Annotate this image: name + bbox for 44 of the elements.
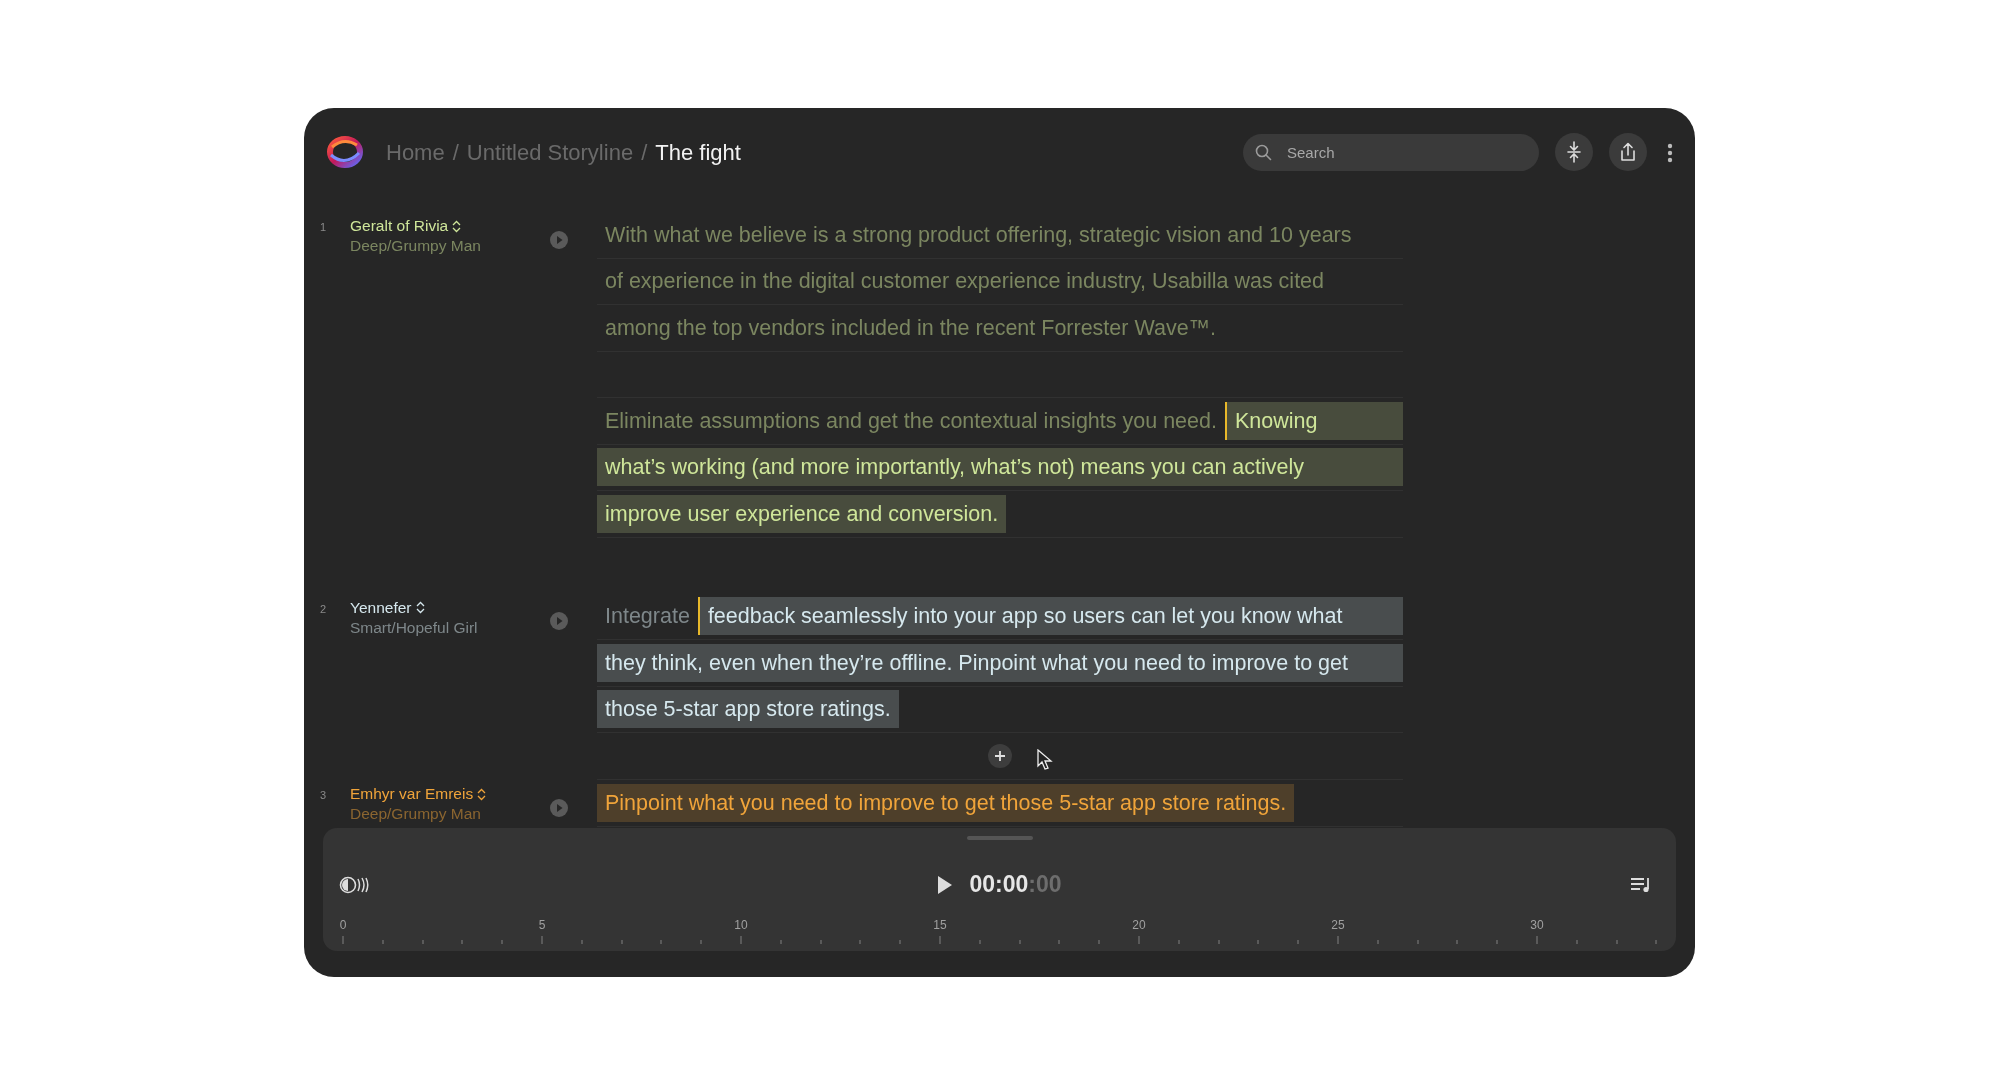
line-number: 3 <box>320 788 328 803</box>
script-text[interactable]: of experience in the digital customer experience industry, Usabilla was cited <box>597 262 1333 301</box>
timecode: 00:00:00 <box>969 869 1062 899</box>
script-text[interactable]: they think, even when they’re offline. Pinpoint what you need to improve to get <box>597 643 1403 682</box>
speaker-name[interactable]: Yennefer <box>350 598 412 617</box>
voice-label: Deep/Grumpy Man <box>350 236 481 256</box>
speaker-name[interactable]: Emhyr var Emreis <box>350 785 474 803</box>
ruler-label: 15 <box>933 917 947 934</box>
share-icon <box>1619 142 1637 162</box>
script-text[interactable]: what’s working (and more importantly, what’s not) means you can actively <box>597 448 1403 487</box>
script-text[interactable]: Integrate <box>597 597 698 636</box>
logo-icon <box>326 133 364 171</box>
sort-icon[interactable] <box>452 219 462 233</box>
ruler-label: 30 <box>1530 917 1544 934</box>
search-field[interactable]: Search <box>1243 133 1539 171</box>
ruler-label: 10 <box>734 917 748 934</box>
sort-icon[interactable] <box>477 787 487 801</box>
cursor-icon <box>1037 749 1053 771</box>
ruler-label: 0 <box>339 917 347 934</box>
script-text[interactable]: feedback seamlessly into your app so users can let you know what <box>697 597 1403 636</box>
collapse-button[interactable] <box>1555 133 1593 171</box>
script-text[interactable]: improve user experience and conversion. <box>597 494 1007 533</box>
breadcrumb-separator: / <box>641 138 648 167</box>
breadcrumb-separator: / <box>452 138 459 167</box>
line-number: 1 <box>320 220 328 235</box>
breadcrumb-current: The fight <box>655 138 741 167</box>
line-number: 2 <box>320 601 328 617</box>
add-line-button[interactable] <box>988 744 1012 768</box>
script-text[interactable]: With what we believe is a strong product offering, strategic vision and 10 years <box>597 215 1360 254</box>
voice-label: Smart/Hopeful Girl <box>350 617 478 638</box>
script-text[interactable]: Pinpoint what you need to improve to get those 5-star app store ratings. <box>597 783 1295 822</box>
ruler-label: 5 <box>538 917 546 934</box>
share-button[interactable] <box>1609 133 1647 171</box>
script-text[interactable]: Knowing <box>1224 401 1403 440</box>
plus-icon <box>994 750 1006 762</box>
ruler-label: 20 <box>1132 917 1146 934</box>
drag-handle[interactable] <box>966 836 1033 840</box>
speaker-name[interactable]: Geralt of Rivia <box>350 217 449 235</box>
ruler-label: 25 <box>1331 917 1345 934</box>
script-text[interactable]: those 5-star app store ratings. <box>597 690 899 729</box>
script-text[interactable]: among the top vendors included in the recent Forrester Wave™. <box>597 308 1225 347</box>
script-text[interactable]: Eliminate assumptions and get the contextual insights you need. <box>597 401 1225 440</box>
collapse-icon <box>1566 141 1582 163</box>
voice-label: Deep/Grumpy Man <box>350 804 482 824</box>
